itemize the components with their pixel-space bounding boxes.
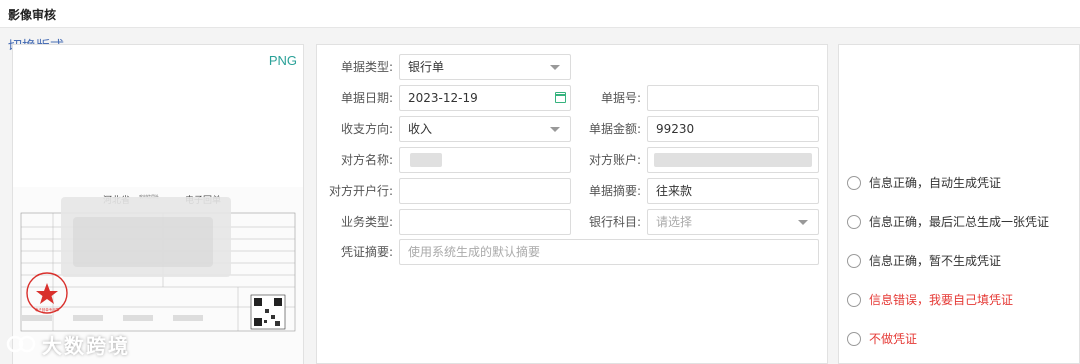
direction-value: 收入 <box>408 122 433 136</box>
radio-button[interactable] <box>847 215 861 229</box>
voucher-summary-label: 凭证摘要: <box>340 245 393 259</box>
calendar-icon[interactable] <box>554 92 566 103</box>
option-label: 信息错误，我要自己填凭证 <box>869 293 1014 307</box>
counterparty-name-input[interactable] <box>399 147 571 173</box>
doc-no-input[interactable] <box>647 85 819 111</box>
watermark: 大数跨境 <box>6 330 130 358</box>
summary-label: 单据摘要: <box>588 184 641 198</box>
business-type-label: 业务类型: <box>340 215 393 229</box>
doc-no-label: 单据号: <box>600 91 641 105</box>
direction-select[interactable]: 收入 <box>399 116 571 142</box>
option-label: 信息正确，暂不生成凭证 <box>869 254 1002 268</box>
amount-input[interactable]: 99230 <box>647 116 819 142</box>
doc-date-label: 单据日期: <box>340 91 393 105</box>
counterparty-account-input[interactable] <box>647 147 819 173</box>
business-type-input[interactable] <box>399 209 571 235</box>
watermark-logo-icon <box>6 335 36 353</box>
amount-label: 单据金额: <box>588 122 641 136</box>
radio-button[interactable] <box>847 293 861 307</box>
redacted-value <box>410 153 442 167</box>
amount-value: 99230 <box>656 122 695 136</box>
chevron-down-icon <box>798 220 808 225</box>
image-preview-panel: PNG 河北省 农村信用社 电子回单 电子回单专用章 <box>12 44 304 364</box>
doc-type-select[interactable]: 银行单 <box>399 54 571 80</box>
doc-date-input[interactable]: 2023-12-19 <box>399 85 571 111</box>
chevron-down-icon <box>550 127 560 132</box>
counterparty-bank-label: 对方开户行: <box>328 184 393 198</box>
redacted-value <box>654 153 812 167</box>
bank-subject-select[interactable]: 请选择 <box>647 209 819 235</box>
voucher-summary-placeholder: 使用系统生成的默认摘要 <box>408 245 541 259</box>
page-title: 影像审核 <box>8 8 57 22</box>
summary-value: 往来款 <box>656 184 693 198</box>
decision-options-panel: 信息正确，自动生成凭证 信息正确，最后汇总生成一张凭证 信息正确，暂不生成凭证 … <box>838 44 1080 364</box>
chevron-down-icon <box>550 65 560 70</box>
counterparty-account-label: 对方账户: <box>588 153 641 167</box>
watermark-text: 大数跨境 <box>42 333 130 358</box>
doc-type-label: 单据类型: <box>340 60 393 74</box>
doc-date-value: 2023-12-19 <box>408 91 478 105</box>
radio-button[interactable] <box>847 332 861 346</box>
doc-type-value: 银行单 <box>408 60 445 74</box>
direction-label: 收支方向: <box>340 122 393 136</box>
counterparty-bank-input[interactable] <box>399 178 571 204</box>
top-bar: 影像审核 <box>0 0 1080 28</box>
summary-input[interactable]: 往来款 <box>647 178 819 204</box>
bank-subject-placeholder: 请选择 <box>656 215 693 229</box>
bank-subject-label: 银行科目: <box>588 215 641 229</box>
radio-button[interactable] <box>847 254 861 268</box>
document-form-panel: 单据类型: 银行单 单据日期: 2023-12-19 单据号: 收支方向: 收入… <box>316 44 828 364</box>
radio-button[interactable] <box>847 176 861 190</box>
voucher-summary-input[interactable]: 使用系统生成的默认摘要 <box>399 239 819 265</box>
receipt-seal-text: 电子回单专用章 <box>35 307 60 312</box>
option-label: 信息正确，自动生成凭证 <box>869 176 1002 190</box>
option-label: 不做凭证 <box>869 332 918 346</box>
image-format-label: PNG <box>268 53 297 68</box>
option-label: 信息正确，最后汇总生成一张凭证 <box>869 215 1050 229</box>
counterparty-name-label: 对方名称: <box>340 153 393 167</box>
